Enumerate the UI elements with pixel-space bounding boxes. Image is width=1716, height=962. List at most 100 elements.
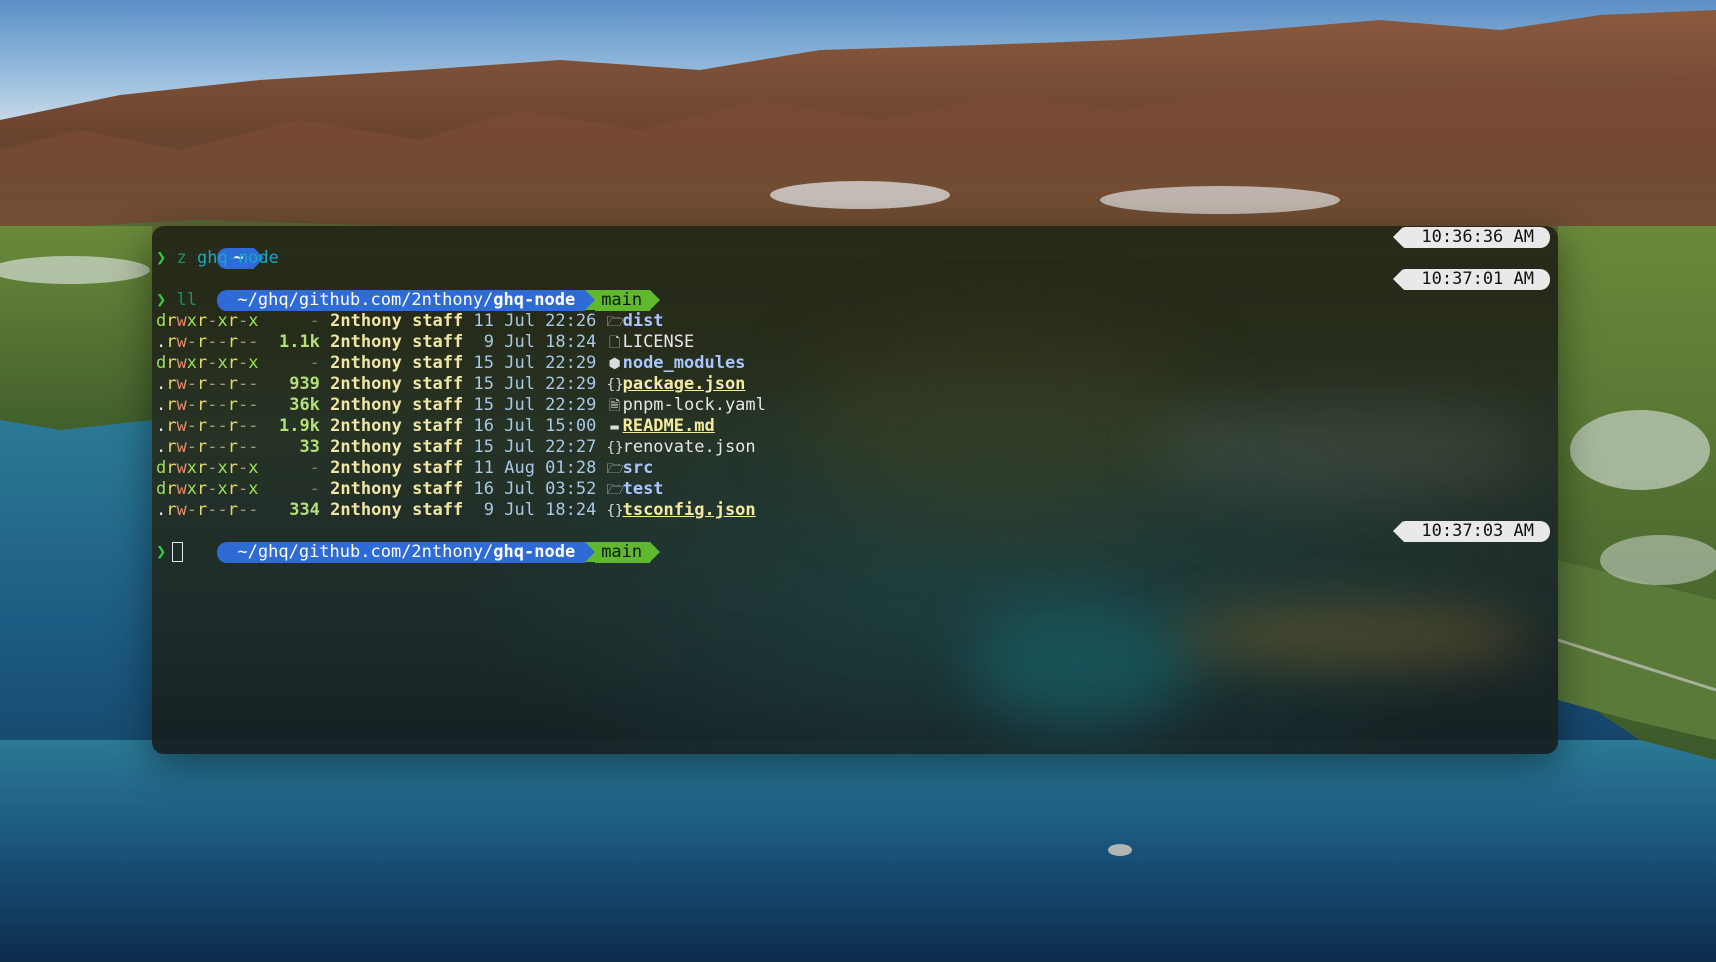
file-group: staff <box>412 311 464 331</box>
json-icon: {} <box>606 377 624 393</box>
prompt-time: 10:37:03 AM <box>1393 521 1550 542</box>
path-dir: ghq-node <box>493 290 576 310</box>
file-owner: 2nthony <box>330 500 402 520</box>
permissions: .rw-r--r-- <box>156 374 259 394</box>
path-prefix: ~/ghq/github.com/2nthony/ <box>237 290 494 310</box>
file-group: staff <box>412 395 464 415</box>
node-icon: ⬢ <box>608 356 621 372</box>
prompt-path-line: ~/ghq/github.com/2nthony/ghq-node main <box>156 521 661 563</box>
file-date: 9 Jul 18:24 <box>473 500 597 520</box>
file-group: staff <box>412 332 464 352</box>
command-name: z <box>176 248 187 268</box>
powerline-arrow <box>585 290 596 310</box>
prompt-time: 10:37:01 AM <box>1393 269 1550 290</box>
file-date: 15 Jul 22:29 <box>473 353 597 373</box>
input-line[interactable]: ❯ <box>156 542 184 563</box>
terminal-window[interactable]: ~ 10:36:36 AM ❯ z ghq-node ~/ghq/github.… <box>152 226 1558 754</box>
listing-row: drwxr-xr-x - 2nthony staff 16 Jul 03:52 … <box>156 479 664 500</box>
prompt-path-segment: ~/ghq/github.com/2nthony/ghq-node <box>217 542 586 563</box>
file-size: - <box>258 353 320 373</box>
background-blur <box>1152 406 1532 496</box>
file-owner: 2nthony <box>330 353 402 373</box>
file-name[interactable]: node_modules <box>623 353 746 373</box>
path-dir: ghq-node <box>493 542 576 562</box>
file-date: 16 Jul 15:00 <box>473 416 597 436</box>
prompt-home: ~ <box>156 227 264 269</box>
listing-row: .rw-r--r-- 939 2nthony staff 15 Jul 22:2… <box>156 374 745 395</box>
file-group: staff <box>412 458 464 478</box>
listing-row: .rw-r--r-- 33 2nthony staff 15 Jul 22:27… <box>156 437 756 458</box>
powerline-arrow <box>650 290 661 310</box>
file-size: 36k <box>258 395 320 415</box>
permissions: drwxr-xr-x <box>156 311 259 331</box>
permissions: .rw-r--r-- <box>156 437 259 457</box>
file-group: staff <box>412 437 464 457</box>
file-name[interactable]: renovate.json <box>623 437 756 457</box>
file-size: 939 <box>258 374 320 394</box>
folder-icon: 🗁 <box>606 482 624 498</box>
file-size: 1.1k <box>258 332 320 352</box>
file-owner: 2nthony <box>330 395 402 415</box>
permissions: .rw-r--r-- <box>156 332 259 352</box>
lock-file-icon: 🗎 <box>608 398 621 414</box>
file-name[interactable]: src <box>623 458 654 478</box>
listing-row: drwxr-xr-x - 2nthony staff 11 Jul 22:26 … <box>156 311 664 332</box>
file-date: 15 Jul 22:29 <box>473 374 597 394</box>
file-size: 33 <box>258 437 320 457</box>
json-icon: {} <box>606 440 624 456</box>
file-owner: 2nthony <box>330 437 402 457</box>
listing-row: drwxr-xr-x - 2nthony staff 11 Aug 01:28 … <box>156 458 653 479</box>
background-blur <box>802 326 1202 526</box>
text-cursor[interactable] <box>172 542 184 562</box>
background-blur <box>1172 606 1532 666</box>
file-date: 15 Jul 22:29 <box>473 395 597 415</box>
file-group: staff <box>412 353 464 373</box>
command-line: ❯ ll <box>156 290 197 311</box>
file-date: 9 Jul 18:24 <box>473 332 597 352</box>
file-name[interactable]: tsconfig.json <box>623 500 756 520</box>
prompt-path-line: ~/ghq/github.com/2nthony/ghq-node main <box>156 269 661 311</box>
prompt-symbol: ❯ <box>156 290 167 310</box>
file-name[interactable]: package.json <box>623 374 746 394</box>
listing-row: .rw-r--r-- 36k 2nthony staff 15 Jul 22:2… <box>156 395 766 416</box>
prompt-symbol: ❯ <box>156 542 167 562</box>
file-owner: 2nthony <box>330 479 402 499</box>
file-name[interactable]: LICENSE <box>623 332 695 352</box>
folder-icon: 🗁 <box>606 314 624 330</box>
path-prefix: ~/ghq/github.com/2nthony/ <box>237 542 494 562</box>
permissions: .rw-r--r-- <box>156 416 259 436</box>
powerline-arrow <box>585 542 596 562</box>
file-date: 11 Jul 22:26 <box>473 311 597 331</box>
background-blur <box>972 606 1192 726</box>
powerline-arrow <box>650 542 661 562</box>
prompt-symbol: ❯ <box>156 248 167 268</box>
listing-row: drwxr-xr-x - 2nthony staff 15 Jul 22:29 … <box>156 353 745 374</box>
listing-row: .rw-r--r-- 334 2nthony staff 9 Jul 18:24… <box>156 500 756 521</box>
file-owner: 2nthony <box>330 332 402 352</box>
file-owner: 2nthony <box>330 311 402 331</box>
file-size: - <box>258 458 320 478</box>
permissions: drwxr-xr-x <box>156 353 259 373</box>
file-group: staff <box>412 479 464 499</box>
git-branch-segment: main <box>595 542 651 563</box>
file-name[interactable]: pnpm-lock.yaml <box>623 395 766 415</box>
folder-icon: 🗁 <box>606 461 624 477</box>
file-group: staff <box>412 500 464 520</box>
permissions: drwxr-xr-x <box>156 458 259 478</box>
permissions: .rw-r--r-- <box>156 500 259 520</box>
file-date: 16 Jul 03:52 <box>473 479 597 499</box>
file-size: 334 <box>258 500 320 520</box>
file-size: - <box>258 479 320 499</box>
file-name[interactable]: test <box>623 479 664 499</box>
file-date: 11 Aug 01:28 <box>473 458 597 478</box>
listing-row: .rw-r--r-- 1.1k 2nthony staff 9 Jul 18:2… <box>156 332 694 353</box>
file-name[interactable]: dist <box>623 311 664 331</box>
command-argument: ghq-node <box>197 248 279 268</box>
prompt-path-segment: ~/ghq/github.com/2nthony/ghq-node <box>217 290 586 311</box>
file-owner: 2nthony <box>330 416 402 436</box>
file-size: 1.9k <box>258 416 320 436</box>
file-name[interactable]: README.md <box>623 416 715 436</box>
file-group: staff <box>412 416 464 436</box>
prompt-time: 10:36:36 AM <box>1393 227 1550 248</box>
permissions: .rw-r--r-- <box>156 395 259 415</box>
